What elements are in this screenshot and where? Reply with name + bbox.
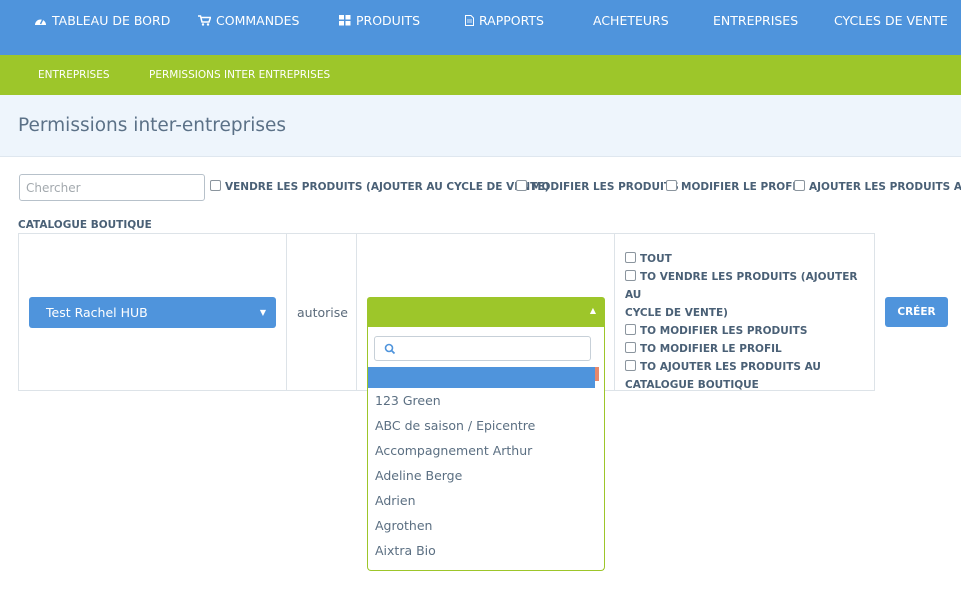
- target-company-select[interactable]: ▲: [367, 297, 605, 327]
- search-input[interactable]: [19, 174, 205, 201]
- nav-commandes[interactable]: COMMANDES: [198, 0, 300, 42]
- subnav-entreprises[interactable]: ENTREPRISES: [38, 55, 110, 95]
- top-navigation: TABLEAU DE BORD COMMANDES PRODUITS RAPPO…: [0, 0, 961, 55]
- nav-rapports[interactable]: RAPPORTS: [465, 0, 544, 42]
- perm-modifier-produits[interactable]: TO MODIFIER LES PRODUITS: [625, 322, 870, 340]
- filter-ajouter-produits-checkbox[interactable]: [794, 180, 805, 191]
- chevron-down-icon: ▼: [259, 308, 266, 317]
- page-header: Permissions inter-entreprises: [0, 95, 961, 157]
- nav-label: PRODUITS: [356, 13, 421, 28]
- table-divider: [356, 233, 357, 391]
- grid-icon: [339, 15, 351, 26]
- nav-label: CYCLES DE VENTE: [834, 13, 948, 28]
- dropdown-option[interactable]: ABC de saison / Epicentre: [375, 418, 535, 433]
- nav-label: TABLEAU DE BORD: [52, 13, 171, 28]
- search-icon: [384, 343, 396, 355]
- dropdown-highlighted-option[interactable]: [368, 367, 595, 388]
- perm-label: TO MODIFIER LE PROFIL: [640, 343, 782, 355]
- target-company-dropdown: 123 Green ABC de saison / Epicentre Acco…: [367, 327, 605, 571]
- perm-tout-checkbox[interactable]: [625, 252, 636, 263]
- nav-produits[interactable]: PRODUITS: [339, 0, 420, 42]
- page-title: Permissions inter-entreprises: [18, 115, 286, 136]
- filter-label: MODIFIER LES PRODUITS: [531, 181, 679, 193]
- perm-label: TOUT: [640, 253, 672, 265]
- perm-ajouter-produits-checkbox[interactable]: [625, 360, 636, 371]
- perm-tout[interactable]: TOUT: [625, 250, 870, 268]
- table-divider: [614, 233, 615, 391]
- permission-checkboxes: TOUT TO VENDRE LES PRODUITS (AJOUTER AU …: [625, 250, 870, 394]
- nav-cycles-de-vente[interactable]: CYCLES DE VENTE: [834, 0, 948, 42]
- perm-modifier-profil-checkbox[interactable]: [625, 342, 636, 353]
- perm-ajouter-continued: CATALOGUE BOUTIQUE: [625, 379, 759, 391]
- nav-entreprises[interactable]: ENTREPRISES: [713, 0, 798, 42]
- chevron-up-icon: ▲: [589, 306, 596, 315]
- filter-modifier-produits-checkbox[interactable]: [516, 180, 527, 191]
- filter-label: MODIFIER LE PROFIL: [681, 181, 803, 193]
- filter-modifier-profil-checkbox[interactable]: [666, 180, 677, 191]
- filter-label: VENDRE LES PRODUITS (AJOUTER AU CYCLE DE…: [225, 181, 550, 193]
- cart-icon: [198, 15, 212, 26]
- filter-label-continued: CATALOGUE BOUTIQUE: [18, 219, 152, 231]
- dropdown-option[interactable]: 123 Green: [375, 393, 441, 408]
- nav-label: COMMANDES: [216, 13, 300, 28]
- filter-vendre-checkbox[interactable]: [210, 180, 221, 191]
- perm-vendre-continued: CYCLE DE VENTE): [625, 307, 728, 319]
- nav-label: ENTREPRISES: [713, 13, 799, 28]
- dropdown-option[interactable]: Adeline Berge: [375, 468, 462, 483]
- dropdown-option[interactable]: Adrien: [375, 493, 416, 508]
- nav-label: ACHETEURS: [593, 13, 669, 28]
- create-button[interactable]: CRÉER: [885, 297, 948, 327]
- perm-modifier-profil[interactable]: TO MODIFIER LE PROFIL: [625, 340, 870, 358]
- company-select-value: Test Rachel HUB: [46, 305, 148, 320]
- filter-ajouter-produits[interactable]: AJOUTER LES PRODUITS AU: [794, 180, 961, 193]
- company-select[interactable]: Test Rachel HUB ▼: [29, 297, 276, 328]
- nav-acheteurs[interactable]: ACHETEURS: [593, 0, 669, 42]
- filter-modifier-profil[interactable]: MODIFIER LE PROFIL: [666, 180, 803, 193]
- perm-label: TO MODIFIER LES PRODUITS: [640, 325, 808, 337]
- filter-modifier-produits[interactable]: MODIFIER LES PRODUITS: [516, 180, 679, 193]
- dropdown-option[interactable]: Aixtra Bio: [375, 543, 436, 558]
- subnav-permissions[interactable]: PERMISSIONS INTER ENTREPRISES: [149, 55, 330, 95]
- perm-label: TO VENDRE LES PRODUITS (AJOUTER AU: [625, 271, 858, 301]
- document-icon: [465, 15, 474, 26]
- perm-modifier-produits-checkbox[interactable]: [625, 324, 636, 335]
- perm-vendre-checkbox[interactable]: [625, 270, 636, 281]
- filter-vendre[interactable]: VENDRE LES PRODUITS (AJOUTER AU CYCLE DE…: [210, 180, 549, 193]
- dropdown-scrollbar[interactable]: [595, 367, 599, 381]
- filter-label: AJOUTER LES PRODUITS AU: [809, 181, 961, 193]
- dashboard-icon: [35, 18, 46, 25]
- perm-label: TO AJOUTER LES PRODUITS AU: [640, 361, 821, 373]
- dropdown-search-input[interactable]: [374, 336, 591, 361]
- nav-tableau-de-bord[interactable]: TABLEAU DE BORD: [34, 0, 170, 42]
- status-text: autorise: [297, 305, 348, 320]
- dropdown-option[interactable]: Accompagnement Arthur: [375, 443, 532, 458]
- table-divider: [286, 233, 287, 391]
- nav-label: RAPPORTS: [479, 13, 544, 28]
- sub-navigation: ENTREPRISES PERMISSIONS INTER ENTREPRISE…: [0, 55, 961, 95]
- dropdown-option[interactable]: Agrothen: [375, 518, 432, 533]
- perm-ajouter-produits[interactable]: TO AJOUTER LES PRODUITS AU: [625, 358, 870, 376]
- perm-vendre[interactable]: TO VENDRE LES PRODUITS (AJOUTER AU: [625, 268, 870, 304]
